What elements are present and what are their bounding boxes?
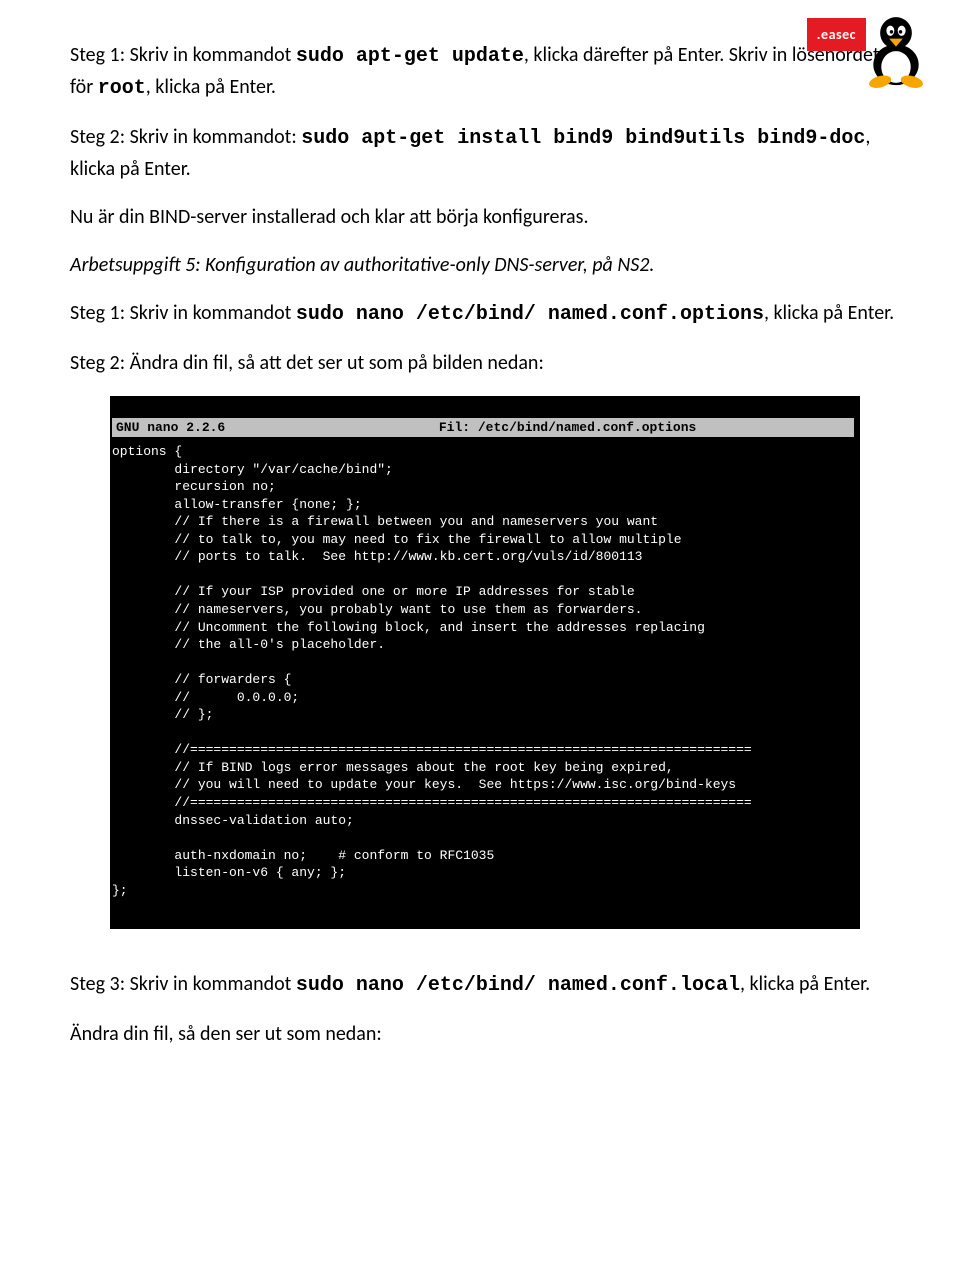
text: Steg 3: Skriv in kommandot: [70, 972, 296, 996]
command-text: sudo nano /etc/bind/ named.conf.local: [296, 974, 740, 997]
text: Steg 1: Skriv in kommandot: [70, 301, 296, 325]
step2-paragraph: Steg 2: Skriv in kommandot: sudo apt-get…: [70, 122, 900, 184]
text: Steg 2: Skriv in kommandot:: [70, 125, 301, 149]
command-text: sudo nano /etc/bind/ named.conf.options: [296, 303, 764, 326]
step1b-paragraph: Steg 1: Skriv in kommandot sudo nano /et…: [70, 298, 900, 330]
nano-file-name: Fil: /etc/bind/named.conf.options: [225, 419, 850, 437]
info-paragraph: Nu är din BIND-server installerad och kl…: [70, 202, 900, 232]
command-text: sudo apt-get install bind9 bind9utils bi…: [301, 127, 865, 150]
brand-logo: .easec: [807, 18, 866, 51]
final-paragraph: Ändra din fil, så den ser ut som nedan:: [70, 1019, 900, 1049]
command-text: root: [98, 77, 146, 100]
text: , klicka på Enter.: [764, 301, 894, 325]
nano-app-name: GNU nano 2.2.6: [116, 419, 225, 437]
logo-area: .easec: [807, 10, 930, 90]
text: , klicka på Enter.: [146, 75, 276, 99]
step2b-paragraph: Steg 2: Ändra din fil, så att det ser ut…: [70, 348, 900, 378]
tux-penguin-icon: [862, 10, 930, 90]
step3-paragraph: Steg 3: Skriv in kommandot sudo nano /et…: [70, 969, 900, 1001]
task-heading: Arbetsuppgift 5: Konfiguration av author…: [70, 250, 900, 280]
terminal-body: options { directory "/var/cache/bind"; r…: [112, 444, 752, 898]
text: , klicka på Enter.: [740, 972, 870, 996]
text: Steg 1: Skriv in kommandot: [70, 43, 296, 67]
nano-header: GNU nano 2.2.6Fil: /etc/bind/named.conf.…: [112, 418, 854, 438]
command-text: sudo apt-get update: [296, 45, 524, 68]
step1-paragraph: Steg 1: Skriv in kommandot sudo apt-get …: [70, 40, 900, 104]
terminal-screenshot: GNU nano 2.2.6Fil: /etc/bind/named.conf.…: [110, 396, 860, 929]
